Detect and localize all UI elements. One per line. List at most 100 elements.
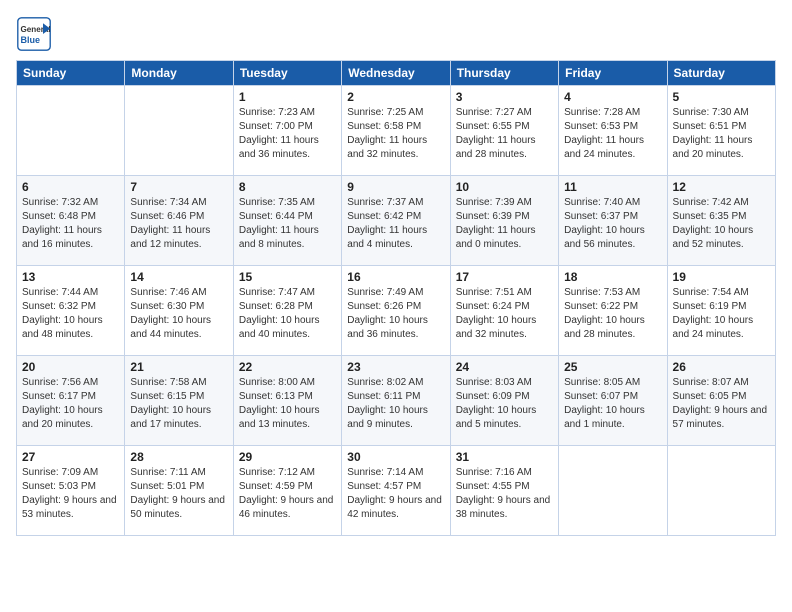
- logo-icon: General Blue: [16, 16, 52, 52]
- day-detail: Sunrise: 7:58 AM Sunset: 6:15 PM Dayligh…: [130, 376, 227, 432]
- calendar-cell: 29 Sunrise: 7:12 AM Sunset: 4:59 PM Dayli…: [233, 446, 341, 536]
- weekday-header-friday: Friday: [559, 61, 667, 86]
- calendar-cell: 17Sunrise: 7:51 AM Sunset: 6:24 PM Dayli…: [450, 266, 558, 356]
- day-number: 1: [239, 90, 336, 104]
- weekday-header-thursday: Thursday: [450, 61, 558, 86]
- day-number: 28: [130, 450, 227, 464]
- calendar-cell: [667, 446, 775, 536]
- day-number: 22: [239, 360, 336, 374]
- calendar-cell: 19Sunrise: 7:54 AM Sunset: 6:19 PM Dayli…: [667, 266, 775, 356]
- page-header: General Blue: [16, 16, 776, 52]
- day-detail: Sunrise: 7:27 AM Sunset: 6:55 PM Dayligh…: [456, 106, 553, 162]
- calendar-cell: 18 Sunrise: 7:53 AM Sunset: 6:22 PM Dayli…: [559, 266, 667, 356]
- day-detail: Sunrise: 7:32 AM Sunset: 6:48 PM Dayligh…: [22, 196, 119, 252]
- day-number: 6: [22, 180, 119, 194]
- day-detail: Sunrise: 7:12 AM Sunset: 4:59 PM Dayligh…: [239, 466, 336, 522]
- calendar-cell: 16Sunrise: 7:49 AM Sunset: 6:26 PM Dayli…: [342, 266, 450, 356]
- calendar-cell: 5 Sunrise: 7:30 AM Sunset: 6:51 PM Daylig…: [667, 86, 775, 176]
- day-number: 5: [673, 90, 770, 104]
- day-number: 26: [673, 360, 770, 374]
- day-detail: Sunrise: 8:02 AM Sunset: 6:11 PM Dayligh…: [347, 376, 444, 432]
- calendar-cell: 30 Sunrise: 7:14 AM Sunset: 4:57 PM Dayli…: [342, 446, 450, 536]
- week-row-3: 13 Sunrise: 7:44 AM Sunset: 6:32 PM Dayli…: [17, 266, 776, 356]
- calendar-cell: 20 Sunrise: 7:56 AM Sunset: 6:17 PM Dayli…: [17, 356, 125, 446]
- day-number: 27: [22, 450, 119, 464]
- calendar-cell: 22 Sunrise: 8:00 AM Sunset: 6:13 PM Dayli…: [233, 356, 341, 446]
- day-number: 9: [347, 180, 444, 194]
- day-detail: Sunrise: 7:40 AM Sunset: 6:37 PM Dayligh…: [564, 196, 661, 252]
- calendar-cell: 21 Sunrise: 7:58 AM Sunset: 6:15 PM Dayli…: [125, 356, 233, 446]
- day-number: 25: [564, 360, 661, 374]
- day-number: 20: [22, 360, 119, 374]
- day-detail: Sunrise: 8:05 AM Sunset: 6:07 PM Dayligh…: [564, 376, 661, 432]
- day-detail: Sunrise: 7:44 AM Sunset: 6:32 PM Dayligh…: [22, 286, 119, 342]
- day-number: 30: [347, 450, 444, 464]
- calendar-cell: 23 Sunrise: 8:02 AM Sunset: 6:11 PM Dayli…: [342, 356, 450, 446]
- day-number: 21: [130, 360, 227, 374]
- day-detail: Sunrise: 7:16 AM Sunset: 4:55 PM Dayligh…: [456, 466, 553, 522]
- calendar-cell: 7 Sunrise: 7:34 AM Sunset: 6:46 PM Daylig…: [125, 176, 233, 266]
- calendar-table: SundayMondayTuesdayWednesdayThursdayFrid…: [16, 60, 776, 536]
- day-detail: Sunrise: 7:14 AM Sunset: 4:57 PM Dayligh…: [347, 466, 444, 522]
- day-number: 31: [456, 450, 553, 464]
- day-detail: Sunrise: 7:11 AM Sunset: 5:01 PM Dayligh…: [130, 466, 227, 522]
- day-detail: Sunrise: 7:46 AM Sunset: 6:30 PM Dayligh…: [130, 286, 227, 342]
- weekday-header-saturday: Saturday: [667, 61, 775, 86]
- day-number: 7: [130, 180, 227, 194]
- day-detail: Sunrise: 7:47 AM Sunset: 6:28 PM Dayligh…: [239, 286, 336, 342]
- weekday-header-wednesday: Wednesday: [342, 61, 450, 86]
- calendar-cell: [125, 86, 233, 176]
- day-detail: Sunrise: 7:39 AM Sunset: 6:39 PM Dayligh…: [456, 196, 553, 252]
- calendar-cell: 9 Sunrise: 7:37 AM Sunset: 6:42 PM Daylig…: [342, 176, 450, 266]
- calendar-cell: 12Sunrise: 7:42 AM Sunset: 6:35 PM Dayli…: [667, 176, 775, 266]
- day-detail: Sunrise: 7:25 AM Sunset: 6:58 PM Dayligh…: [347, 106, 444, 162]
- day-detail: Sunrise: 7:37 AM Sunset: 6:42 PM Dayligh…: [347, 196, 444, 252]
- week-row-1: 1Sunrise: 7:23 AM Sunset: 7:00 PM Daylig…: [17, 86, 776, 176]
- calendar-cell: 10 Sunrise: 7:39 AM Sunset: 6:39 PM Dayli…: [450, 176, 558, 266]
- calendar-cell: 3 Sunrise: 7:27 AM Sunset: 6:55 PM Daylig…: [450, 86, 558, 176]
- day-detail: Sunrise: 7:34 AM Sunset: 6:46 PM Dayligh…: [130, 196, 227, 252]
- calendar-cell: 4 Sunrise: 7:28 AM Sunset: 6:53 PM Daylig…: [559, 86, 667, 176]
- day-detail: Sunrise: 8:00 AM Sunset: 6:13 PM Dayligh…: [239, 376, 336, 432]
- day-detail: Sunrise: 8:03 AM Sunset: 6:09 PM Dayligh…: [456, 376, 553, 432]
- day-number: 29: [239, 450, 336, 464]
- day-number: 2: [347, 90, 444, 104]
- calendar-cell: 25 Sunrise: 8:05 AM Sunset: 6:07 PM Dayli…: [559, 356, 667, 446]
- calendar-cell: 14 Sunrise: 7:46 AM Sunset: 6:30 PM Dayli…: [125, 266, 233, 356]
- calendar-cell: [559, 446, 667, 536]
- day-detail: Sunrise: 7:56 AM Sunset: 6:17 PM Dayligh…: [22, 376, 119, 432]
- calendar-cell: [17, 86, 125, 176]
- day-detail: Sunrise: 7:53 AM Sunset: 6:22 PM Dayligh…: [564, 286, 661, 342]
- day-number: 14: [130, 270, 227, 284]
- day-number: 10: [456, 180, 553, 194]
- logo: General Blue: [16, 16, 56, 52]
- day-number: 8: [239, 180, 336, 194]
- calendar-cell: 11 Sunrise: 7:40 AM Sunset: 6:37 PM Dayli…: [559, 176, 667, 266]
- day-detail: Sunrise: 8:07 AM Sunset: 6:05 PM Dayligh…: [673, 376, 770, 432]
- week-row-2: 6 Sunrise: 7:32 AM Sunset: 6:48 PM Daylig…: [17, 176, 776, 266]
- day-number: 15: [239, 270, 336, 284]
- day-number: 19: [673, 270, 770, 284]
- day-number: 23: [347, 360, 444, 374]
- day-detail: Sunrise: 7:28 AM Sunset: 6:53 PM Dayligh…: [564, 106, 661, 162]
- day-detail: Sunrise: 7:51 AM Sunset: 6:24 PM Dayligh…: [456, 286, 553, 342]
- calendar-cell: 24 Sunrise: 8:03 AM Sunset: 6:09 PM Dayli…: [450, 356, 558, 446]
- day-detail: Sunrise: 7:30 AM Sunset: 6:51 PM Dayligh…: [673, 106, 770, 162]
- day-number: 3: [456, 90, 553, 104]
- calendar-cell: 27Sunrise: 7:09 AM Sunset: 5:03 PM Dayli…: [17, 446, 125, 536]
- day-number: 4: [564, 90, 661, 104]
- calendar-cell: 28 Sunrise: 7:11 AM Sunset: 5:01 PM Dayli…: [125, 446, 233, 536]
- weekday-header-tuesday: Tuesday: [233, 61, 341, 86]
- day-number: 12: [673, 180, 770, 194]
- calendar-cell: 13 Sunrise: 7:44 AM Sunset: 6:32 PM Dayli…: [17, 266, 125, 356]
- day-number: 18: [564, 270, 661, 284]
- calendar-cell: 2 Sunrise: 7:25 AM Sunset: 6:58 PM Daylig…: [342, 86, 450, 176]
- day-number: 13: [22, 270, 119, 284]
- day-number: 24: [456, 360, 553, 374]
- calendar-cell: 6 Sunrise: 7:32 AM Sunset: 6:48 PM Daylig…: [17, 176, 125, 266]
- day-detail: Sunrise: 7:35 AM Sunset: 6:44 PM Dayligh…: [239, 196, 336, 252]
- calendar-cell: 26 Sunrise: 8:07 AM Sunset: 6:05 PM Dayli…: [667, 356, 775, 446]
- day-number: 11: [564, 180, 661, 194]
- calendar-cell: 1Sunrise: 7:23 AM Sunset: 7:00 PM Daylig…: [233, 86, 341, 176]
- calendar-cell: 31 Sunrise: 7:16 AM Sunset: 4:55 PM Dayli…: [450, 446, 558, 536]
